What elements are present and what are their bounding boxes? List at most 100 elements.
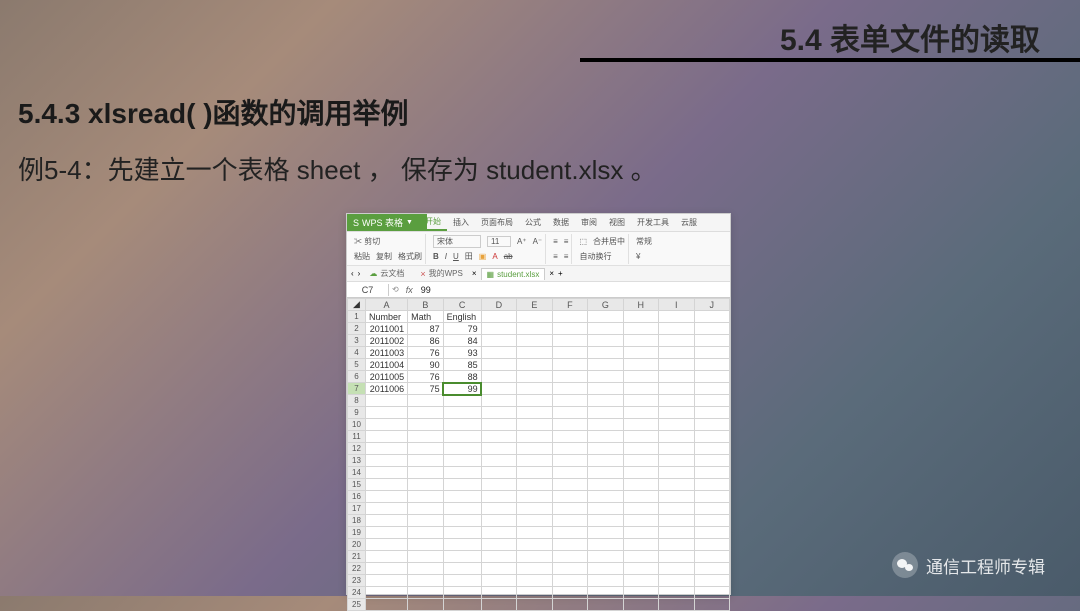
doc-nav-next-icon[interactable]: › — [358, 269, 361, 278]
cell[interactable] — [481, 575, 516, 587]
cell[interactable] — [552, 383, 587, 395]
menu-tab[interactable]: 数据 — [547, 215, 575, 230]
cell[interactable]: 2011001 — [366, 323, 408, 335]
cell[interactable] — [408, 599, 443, 611]
cell[interactable] — [443, 515, 481, 527]
paste-button[interactable]: 粘贴 — [354, 251, 370, 262]
cell[interactable] — [552, 539, 587, 551]
column-header[interactable]: B — [408, 299, 443, 311]
cell[interactable]: 85 — [443, 359, 481, 371]
cell[interactable] — [588, 383, 623, 395]
cell[interactable]: 2011005 — [366, 371, 408, 383]
cell[interactable] — [517, 395, 552, 407]
cell[interactable] — [694, 431, 730, 443]
cell[interactable] — [481, 347, 516, 359]
cell[interactable] — [408, 455, 443, 467]
cell[interactable] — [517, 491, 552, 503]
cell[interactable] — [623, 395, 658, 407]
cell[interactable] — [443, 407, 481, 419]
cell[interactable]: 76 — [408, 371, 443, 383]
cell[interactable] — [623, 575, 658, 587]
cell[interactable] — [588, 467, 623, 479]
row-header[interactable]: 23 — [348, 575, 366, 587]
cell[interactable] — [659, 527, 694, 539]
cell[interactable] — [481, 419, 516, 431]
cell[interactable] — [623, 347, 658, 359]
underline-button[interactable]: U — [453, 252, 459, 261]
font-color-button[interactable]: A — [492, 252, 497, 261]
cell[interactable] — [517, 599, 552, 611]
cell[interactable] — [623, 515, 658, 527]
cell[interactable] — [588, 335, 623, 347]
cell[interactable] — [517, 479, 552, 491]
column-header[interactable]: G — [588, 299, 623, 311]
row-header[interactable]: 6 — [348, 371, 366, 383]
row-header[interactable]: 19 — [348, 527, 366, 539]
cell[interactable] — [443, 599, 481, 611]
row-header[interactable]: 17 — [348, 503, 366, 515]
cell[interactable] — [408, 395, 443, 407]
cell[interactable] — [481, 455, 516, 467]
cell[interactable] — [408, 431, 443, 443]
cell[interactable] — [408, 443, 443, 455]
cell[interactable] — [588, 539, 623, 551]
strikethrough-button[interactable]: ab — [504, 252, 513, 261]
cell[interactable] — [588, 323, 623, 335]
cell[interactable] — [481, 359, 516, 371]
copy-button[interactable]: 复制 — [376, 251, 392, 262]
cell[interactable] — [366, 599, 408, 611]
cell[interactable] — [623, 479, 658, 491]
menu-tab[interactable]: 开始 — [419, 214, 447, 231]
row-header[interactable]: 21 — [348, 551, 366, 563]
cell[interactable]: English — [443, 311, 481, 323]
align-top-icon[interactable]: ≡ — [553, 237, 558, 246]
cell[interactable] — [588, 347, 623, 359]
cell[interactable] — [694, 335, 730, 347]
cell[interactable] — [552, 455, 587, 467]
cell[interactable] — [443, 455, 481, 467]
cell[interactable] — [517, 539, 552, 551]
cell[interactable] — [623, 587, 658, 599]
menu-tab[interactable]: 页面布局 — [475, 215, 519, 230]
cell[interactable] — [623, 539, 658, 551]
cell[interactable]: 2011002 — [366, 335, 408, 347]
cell[interactable] — [517, 587, 552, 599]
cell[interactable] — [443, 491, 481, 503]
cell[interactable] — [366, 575, 408, 587]
cell[interactable] — [481, 539, 516, 551]
cell[interactable] — [694, 539, 730, 551]
cell[interactable] — [623, 491, 658, 503]
cell[interactable] — [659, 347, 694, 359]
fx-history-icon[interactable]: ⟲ — [389, 285, 402, 294]
cell[interactable] — [408, 587, 443, 599]
cell[interactable] — [694, 443, 730, 455]
cell[interactable] — [481, 551, 516, 563]
font-name-select[interactable]: 宋体 — [433, 235, 481, 248]
cell[interactable] — [659, 419, 694, 431]
cell[interactable] — [659, 503, 694, 515]
cell[interactable] — [694, 371, 730, 383]
cell[interactable] — [443, 575, 481, 587]
cell[interactable] — [694, 515, 730, 527]
cell[interactable] — [588, 575, 623, 587]
fx-label[interactable]: fx — [402, 285, 417, 295]
spreadsheet-grid[interactable]: ◢ABCDEFGHIJ1NumberMathEnglish22011001877… — [347, 298, 730, 611]
font-increase-icon[interactable]: A⁺ — [517, 237, 527, 246]
cell[interactable] — [623, 563, 658, 575]
cell[interactable] — [443, 443, 481, 455]
wrap-button[interactable]: 自动换行 — [579, 251, 611, 262]
cell[interactable] — [408, 491, 443, 503]
cell[interactable]: Number — [366, 311, 408, 323]
cell[interactable] — [659, 335, 694, 347]
cell[interactable] — [623, 359, 658, 371]
cell[interactable] — [481, 335, 516, 347]
cell[interactable] — [552, 527, 587, 539]
cell[interactable] — [659, 479, 694, 491]
cell[interactable] — [517, 467, 552, 479]
cell[interactable] — [366, 443, 408, 455]
column-header[interactable]: J — [694, 299, 730, 311]
cell[interactable] — [588, 431, 623, 443]
cell[interactable] — [552, 563, 587, 575]
cell[interactable]: 79 — [443, 323, 481, 335]
cell[interactable] — [659, 515, 694, 527]
